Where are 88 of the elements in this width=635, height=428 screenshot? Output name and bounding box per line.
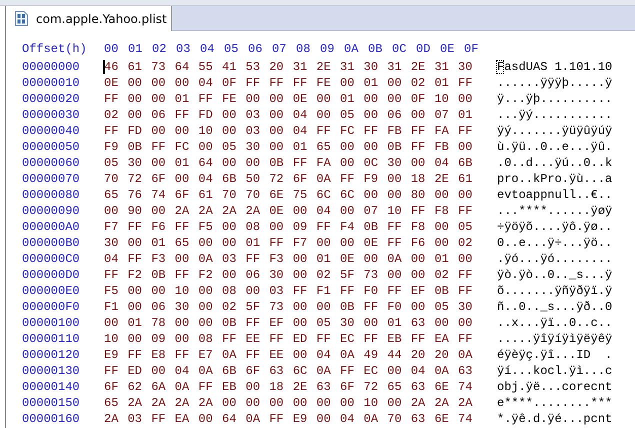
offset-cell-text: 00000050 — [22, 140, 81, 154]
ascii-text: ñ..0.._s...ÿð..0 — [497, 300, 612, 314]
hex-bytes: 30 00 01 65 00 00 01 FF F7 00 00 0E FF F6 00 02 — [104, 236, 472, 250]
hex-bytes: F7 FF F6 FF F5 00 08 00 09 FF F4 0B FF F8 00 05 — [104, 220, 472, 234]
column-header: 01 — [128, 42, 144, 56]
offset-cell-text: 00000030 — [22, 108, 81, 122]
hex-bytes: FF ED 00 04 0A 6B 6F 63 6C 0A FF EC 00 04 0A 63 — [104, 364, 472, 378]
hex-bytes: 0E 00 00 00 04 0F FF FF FF FE 00 01 00 02 01 FF — [104, 76, 472, 90]
column-header: 07 — [272, 42, 288, 56]
hex-bytes: 46 61 73 64 55 41 53 20 31 2E 31 30 31 2E 31 30 — [104, 60, 472, 74]
ascii-text: pro..kPro.ÿù...a — [497, 172, 612, 186]
hex-bytes: 65 76 74 6F 61 70 70 6E 75 6C 6C 00 00 80 00 00 — [104, 188, 472, 202]
column-header: 0F — [464, 42, 480, 56]
hex-bytes: 65 2A 2A 2A 2A 00 00 00 00 00 00 10 00 2A 2A 2A — [104, 396, 472, 410]
column-header: 0E — [440, 42, 456, 56]
offset-cell-text: 000000F0 — [22, 300, 81, 314]
hex-bytes: 00 90 00 2A 2A 2A 2A 0E 00 04 00 07 10 FF F8 FF — [104, 204, 472, 218]
hex-bytes: FF F2 0B FF F2 00 06 30 00 02 5F 73 00 00 02 FF — [104, 268, 472, 282]
column-header: 06 — [248, 42, 264, 56]
hex-bytes: F1 00 06 30 00 02 5F 73 00 00 0B FF F0 00 05 30 — [104, 300, 472, 314]
ascii-text: ÿí...kocl.ÿì...c — [497, 364, 612, 378]
column-header: 03 — [176, 42, 192, 56]
ascii-text: 0..e...ÿ÷...ÿö.. — [497, 236, 612, 250]
offset-cell-text: 00000090 — [22, 204, 81, 218]
offset-cell-text: 00000070 — [22, 172, 81, 186]
column-header: 04 — [200, 42, 216, 56]
offset-cell-text: 00000160 — [22, 412, 81, 426]
offset-cell-text: 00000020 — [22, 92, 81, 106]
ascii-text: obj.ÿë...corecnt — [497, 380, 612, 394]
hex-bytes: FF 00 00 01 FF FE 00 00 0E 00 01 00 00 0F 10 00 — [104, 92, 472, 106]
file-icon — [15, 11, 28, 26]
hex-bytes: 00 01 78 00 00 0B FF EF 00 05 30 00 01 63 00 00 — [104, 316, 472, 330]
ascii-text: éÿèÿç.ÿî...ID . — [497, 348, 612, 362]
column-header: 0D — [416, 42, 432, 56]
offset-cell-text: 000000B0 — [22, 236, 81, 250]
offset-cell-text: 00000110 — [22, 332, 81, 346]
column-header: 0A — [344, 42, 360, 56]
column-header: 0B — [368, 42, 384, 56]
offset-cell-text: 000000A0 — [22, 220, 81, 234]
offset-cell-text: 000000C0 — [22, 252, 81, 266]
offset-header: Offset(h) — [22, 42, 88, 56]
hex-bytes: E9 FF E8 FF E7 0A FF EE 00 04 0A 49 44 20 20 0A — [104, 348, 472, 362]
ascii-text: ..x...ÿï..0..c.. — [497, 316, 612, 330]
ascii-text: .0..d...ÿú..0..k — [497, 156, 612, 170]
ascii-text: ÿ...ÿþ.......... — [497, 92, 612, 106]
offset-cell-text: 000000E0 — [22, 284, 81, 298]
hex-bytes: 10 00 09 00 08 FF EE FF ED FF EC FF EB FF EA FF — [104, 332, 472, 346]
hex-bytes: 6F 62 6A 0A FF EB 00 18 2E 63 6F 72 65 63 6E 74 — [104, 380, 472, 394]
offset-cell-text: 00000120 — [22, 348, 81, 362]
column-header: 00 — [104, 42, 120, 56]
hex-bytes: 04 FF F3 00 0A 03 FF F3 00 01 0E 00 0A 00 01 00 — [104, 252, 472, 266]
ascii-text: evtoappnull..€.. — [497, 188, 612, 202]
offset-cell-text: 00000080 — [22, 188, 81, 202]
offset-cell-text: 00000000 — [22, 60, 81, 74]
ascii-text: *.ÿê.d.ÿé...pcnt — [497, 412, 612, 426]
offset-cell-text: 00000010 — [22, 76, 81, 90]
hex-bytes: 05 30 00 01 64 00 00 0B FF FA 00 0C 30 00 04 6B — [104, 156, 472, 170]
ascii-text: ...ÿý........... — [497, 108, 612, 122]
hex-bytes: F9 0B FF FC 00 05 30 00 01 65 00 00 0B FF FB 00 — [104, 140, 472, 154]
hex-bytes: 70 72 6F 00 04 6B 50 72 6F 0A FF F9 00 18 2E 61 — [104, 172, 472, 186]
offset-cell-text: 00000150 — [22, 396, 81, 410]
column-header: 02 — [152, 42, 168, 56]
ascii-text: FasdUAS 1.101.10 — [497, 60, 612, 74]
ascii-text: ÷ÿöÿõ....ÿô.ÿø.. — [497, 220, 612, 234]
offset-cell-text: 00000040 — [22, 124, 81, 138]
offset-cell-text: 000000D0 — [22, 268, 81, 282]
offset-cell-text: 00000060 — [22, 156, 81, 170]
hex-bytes: 2A 03 FF EA 00 64 0A FF E9 00 04 0A 70 63 6E 74 — [104, 412, 472, 426]
hex-bytes: F5 00 00 10 00 08 00 03 FF F1 FF F0 FF EF 0B FF — [104, 284, 472, 298]
ascii-text: .ÿó...ÿó........ — [497, 252, 612, 266]
ascii-text: ...****......ÿøÿ — [497, 204, 612, 218]
offset-cell-text: 00000130 — [22, 364, 81, 378]
offset-cell-text: 00000100 — [22, 316, 81, 330]
ascii-text: e****........*** — [497, 396, 612, 410]
ascii-text: .....ÿîÿíÿìÿëÿêÿ — [497, 332, 612, 346]
column-header: 05 — [224, 42, 240, 56]
hex-bytes: 02 00 06 FF FD 00 03 00 04 00 05 00 06 00 07 01 — [104, 108, 472, 122]
ascii-text: õ.......ÿñÿðÿï.ÿ — [497, 284, 612, 298]
column-header: 08 — [296, 42, 312, 56]
column-header: 09 — [320, 42, 336, 56]
file-tab[interactable]: com.apple.Yahoo.plist — [6, 6, 172, 31]
ascii-text: ÿý.......ÿüÿûÿúÿ — [497, 124, 612, 138]
hex-bytes: FF FD 00 00 10 00 03 00 04 FF FC FF FB FF FA FF — [104, 124, 472, 138]
column-header: 0C — [392, 42, 408, 56]
ascii-text: ......ÿÿÿþ.....ÿ — [497, 76, 612, 90]
ascii-text: ÿò.ÿò..0.._s...ÿ — [497, 268, 612, 282]
ascii-text: ù.ÿü..0..e...ÿû. — [497, 140, 612, 154]
offset-cell-text: 00000140 — [22, 380, 81, 394]
